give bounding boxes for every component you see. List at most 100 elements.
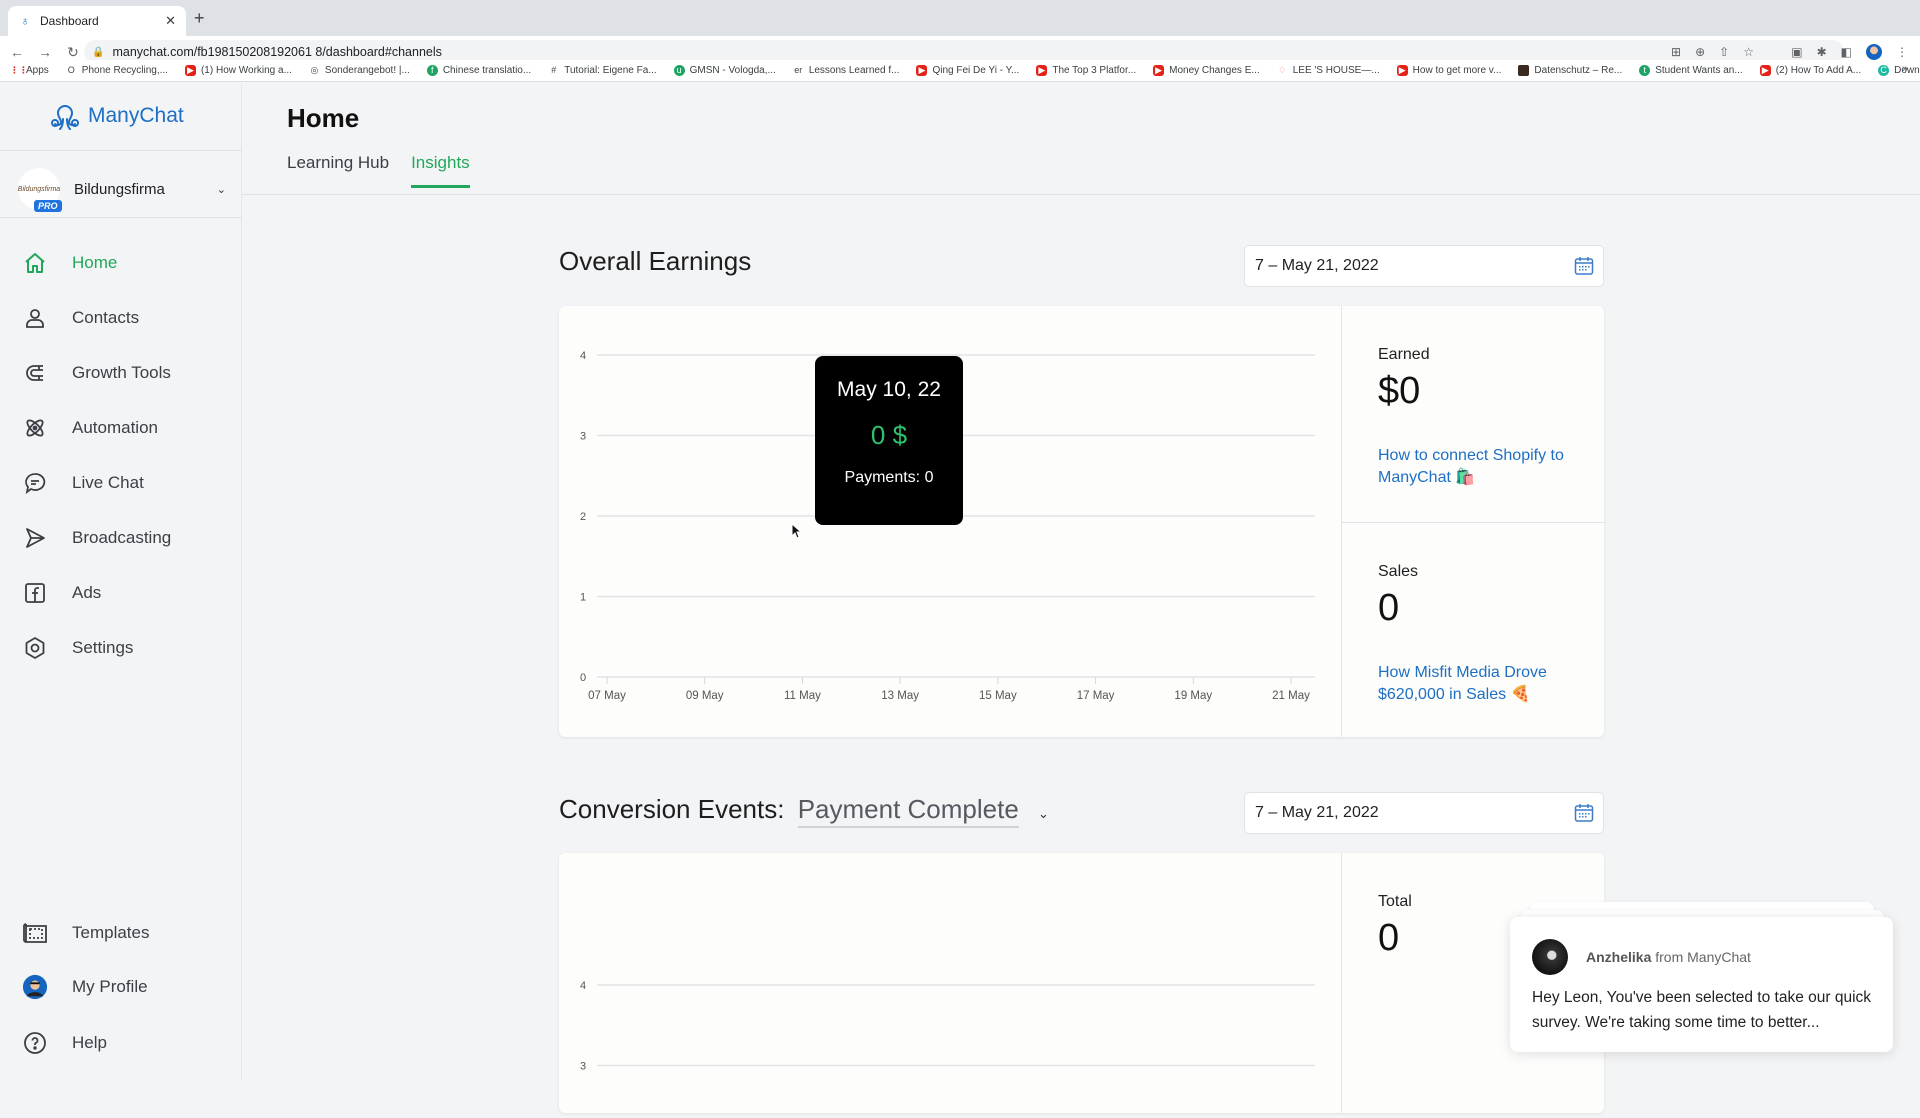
send-icon [22,525,48,551]
stats-divider [1342,522,1605,523]
misfit-media-case-link[interactable]: How Misfit Media Drove $620,000 in Sales… [1378,662,1578,706]
sidebar-item-broadcasting[interactable]: Broadcasting [22,518,232,558]
y-tick-label: 4 [580,980,586,992]
bookmark-item[interactable]: u GMSN - Vologda,... [673,65,776,76]
account-name: Bildungsfirma [74,180,165,198]
earned-value: $0 [1378,370,1421,412]
x-tick-label: 13 May [881,690,919,702]
browser-tab[interactable]: ♁ Dashboard ✕ [8,6,186,36]
bookmark-item[interactable]: ▶ The Top 3 Platfor... [1036,65,1136,76]
sidebar-item-home[interactable]: Home [22,243,232,283]
bookmark-item[interactable]: ⋮⋮ Apps [10,65,49,76]
conversion-event-select[interactable]: Payment Complete [797,794,1019,828]
magnet-icon [22,360,48,386]
bookmark-star-icon[interactable]: ☆ [1743,45,1754,59]
bookmark-item[interactable]: t Student Wants an... [1639,65,1743,76]
tab-learning-hub[interactable]: Learning Hub [287,153,389,188]
back-icon[interactable]: ← [6,44,28,60]
side-panel-icon[interactable]: ◧ [1841,45,1852,59]
bookmark-item[interactable]: O Phone Recycling,... [66,65,168,76]
zoom-icon[interactable]: ⊕ [1695,45,1705,59]
bookmark-item[interactable]: ▶ How to get more v... [1396,65,1501,76]
earned-label: Earned [1378,346,1430,363]
sidebar-item-label: Growth Tools [72,363,171,382]
y-tick-label: 0 [580,672,586,684]
calendar-icon[interactable] [1574,256,1594,281]
share-icon[interactable]: ⇧ [1719,45,1729,59]
sidebar-item-label: Automation [72,418,158,437]
forward-icon[interactable]: → [34,44,56,60]
lock-icon: 🔒 [92,46,105,58]
date-range-text: 7 – May 21, 2022 [1255,804,1379,821]
intercom-chat-popup[interactable]: Anzhelika from ManyChat Hey Leon, You've… [1510,917,1893,1052]
x-tick-label: 09 May [686,690,724,702]
new-tab-icon[interactable]: + [194,8,205,29]
bookmark-item[interactable]: ♢ LEE 'S HOUSE—... [1277,65,1379,76]
sidebar-item-label: Broadcasting [72,528,172,547]
y-tick-label: 2 [580,511,586,523]
youtube-icon: ▶ [184,65,196,76]
tab-insights[interactable]: Insights [411,153,470,188]
conversion-chart-svg: 234 [580,980,1315,1073]
bookmark-item[interactable]: ▶ (2) How To Add A... [1759,65,1861,76]
bookmark-item[interactable]: er Lessons Learned f... [793,65,900,76]
bookmark-item[interactable]: Datenschutz – Re... [1518,65,1622,76]
manychat-logo[interactable]: ManyChat [48,99,184,133]
sidebar-item-label: Live Chat [72,473,144,492]
calendar-icon[interactable] [1574,803,1594,828]
conversion-chart[interactable]: 234 [559,853,1341,1113]
gear-icon [22,635,48,661]
y-tick-label: 3 [580,1061,586,1073]
chevron-down-icon[interactable]: ⌄ [217,183,226,196]
sidebar-item-my-profile[interactable]: My Profile [22,967,232,1007]
youtube-icon: ▶ [916,65,928,76]
date-range-text: 7 – May 21, 2022 [1255,257,1379,274]
sidebar-item-templates[interactable]: Templates [22,913,232,953]
sidebar-item-live-chat[interactable]: Live Chat [22,463,232,503]
sidebar-item-contacts[interactable]: Contacts [22,298,232,338]
chat-sender: Anzhelika from ManyChat [1586,949,1751,965]
bookmark-label: Chinese translatio... [442,65,532,76]
chart-tooltip: May 10, 22 0 $ Payments: 0 [815,356,963,525]
shopify-guide-link[interactable]: How to connect Shopify to ManyChat 🛍️ [1378,445,1578,489]
browser-menu-icon[interactable]: ⋮ [1896,45,1908,59]
browser-profile-avatar[interactable] [1866,44,1882,60]
account-switcher[interactable]: Bildungsfirma PRO Bildungsfirma ⌄ [17,167,238,212]
bookmark-item[interactable]: ▶ (1) How Working a... [184,65,292,76]
facebook-extension-icon[interactable]: ▣ [1791,45,1802,59]
sidebar-item-settings[interactable]: Settings [22,628,232,668]
sidebar-item-ads[interactable]: Ads [22,573,232,613]
check-circle-icon: ◎ [310,65,319,75]
account-logo-text: Bildungsfirma [17,185,61,193]
translate-icon[interactable]: ⊞ [1671,45,1681,59]
earnings-date-picker[interactable]: 7 – May 21, 2022 [1244,245,1604,287]
bookmark-label: Lessons Learned f... [808,65,900,76]
bookmark-label: The Top 3 Platfor... [1052,65,1137,76]
bookmark-item[interactable]: CDownload - Cooki... [1878,65,1920,76]
sidebar-item-help[interactable]: Help [22,1023,232,1063]
facebook-icon [22,580,48,606]
y-tick-label: 3 [580,431,586,443]
extensions-puzzle-icon[interactable]: ✱ [1817,45,1827,59]
sidebar-item-automation[interactable]: Automation [22,408,232,448]
apps-grid-icon: ⋮⋮ [10,65,28,75]
reload-icon[interactable]: ↻ [62,44,84,61]
manychat-favicon-icon: ♁ [20,14,30,28]
close-tab-icon[interactable]: ✕ [165,13,176,29]
sidebar-item-growth-tools[interactable]: Growth Tools [22,353,232,393]
user-icon [22,305,48,331]
bookmark-item[interactable]: ▶ Qing Fei De Yi - Y... [916,65,1019,76]
bookmark-item[interactable]: ◎ Sonderangebot! |... [309,65,409,76]
chevron-down-icon[interactable]: ⌄ [1038,806,1049,821]
bookmark-item[interactable]: ▶ Money Changes E... [1153,65,1260,76]
bookmark-item[interactable]: # Tutorial: Eigene Fa... [548,65,656,76]
teal-c-icon: C [1878,65,1890,76]
bookmark-item[interactable]: f Chinese translatio... [426,65,532,76]
y-tick-label: 1 [580,592,586,604]
bookmark-label: (1) How Working a... [200,65,292,76]
more-bookmarks-icon[interactable]: » [1902,63,1908,75]
bookmark-label: Qing Fei De Yi - Y... [932,65,1020,76]
bookmark-label: Apps [26,65,49,76]
sales-label: Sales [1378,563,1419,580]
conversion-date-picker[interactable]: 7 – May 21, 2022 [1244,792,1604,834]
